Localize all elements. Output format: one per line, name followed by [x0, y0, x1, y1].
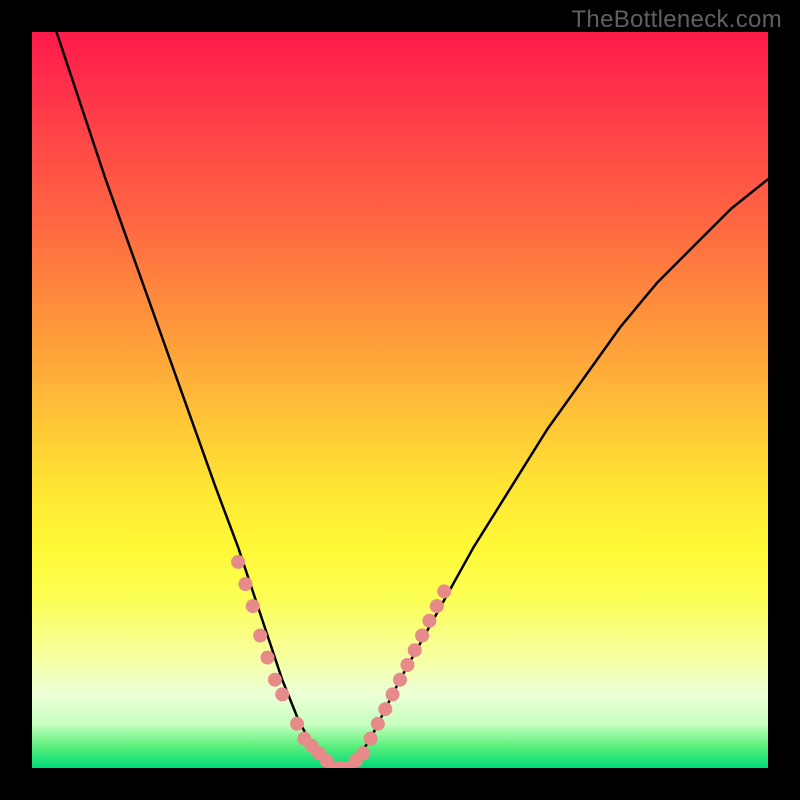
highlight-dot	[275, 687, 289, 701]
highlight-dot	[261, 651, 275, 665]
highlight-dots	[231, 555, 451, 768]
highlight-dot	[364, 732, 378, 746]
highlight-dot	[393, 673, 407, 687]
highlight-dot	[268, 673, 282, 687]
bottleneck-curve	[32, 32, 768, 768]
highlight-dot	[378, 702, 392, 716]
chart-svg	[32, 32, 768, 768]
bottleneck-curve-path	[32, 32, 768, 768]
chart-frame: TheBottleneck.com	[0, 0, 800, 800]
highlight-dot	[408, 643, 422, 657]
highlight-dot	[415, 629, 429, 643]
highlight-dot	[246, 599, 260, 613]
highlight-dot	[290, 717, 304, 731]
highlight-dot	[371, 717, 385, 731]
highlight-dot	[253, 629, 267, 643]
highlight-dot	[238, 577, 252, 591]
highlight-dot	[386, 687, 400, 701]
highlight-dot	[422, 614, 436, 628]
watermark-text: TheBottleneck.com	[571, 6, 782, 34]
highlight-dot	[231, 555, 245, 569]
highlight-dot	[437, 584, 451, 598]
highlight-dot	[430, 599, 444, 613]
highlight-dot	[400, 658, 414, 672]
highlight-dot	[356, 746, 370, 760]
